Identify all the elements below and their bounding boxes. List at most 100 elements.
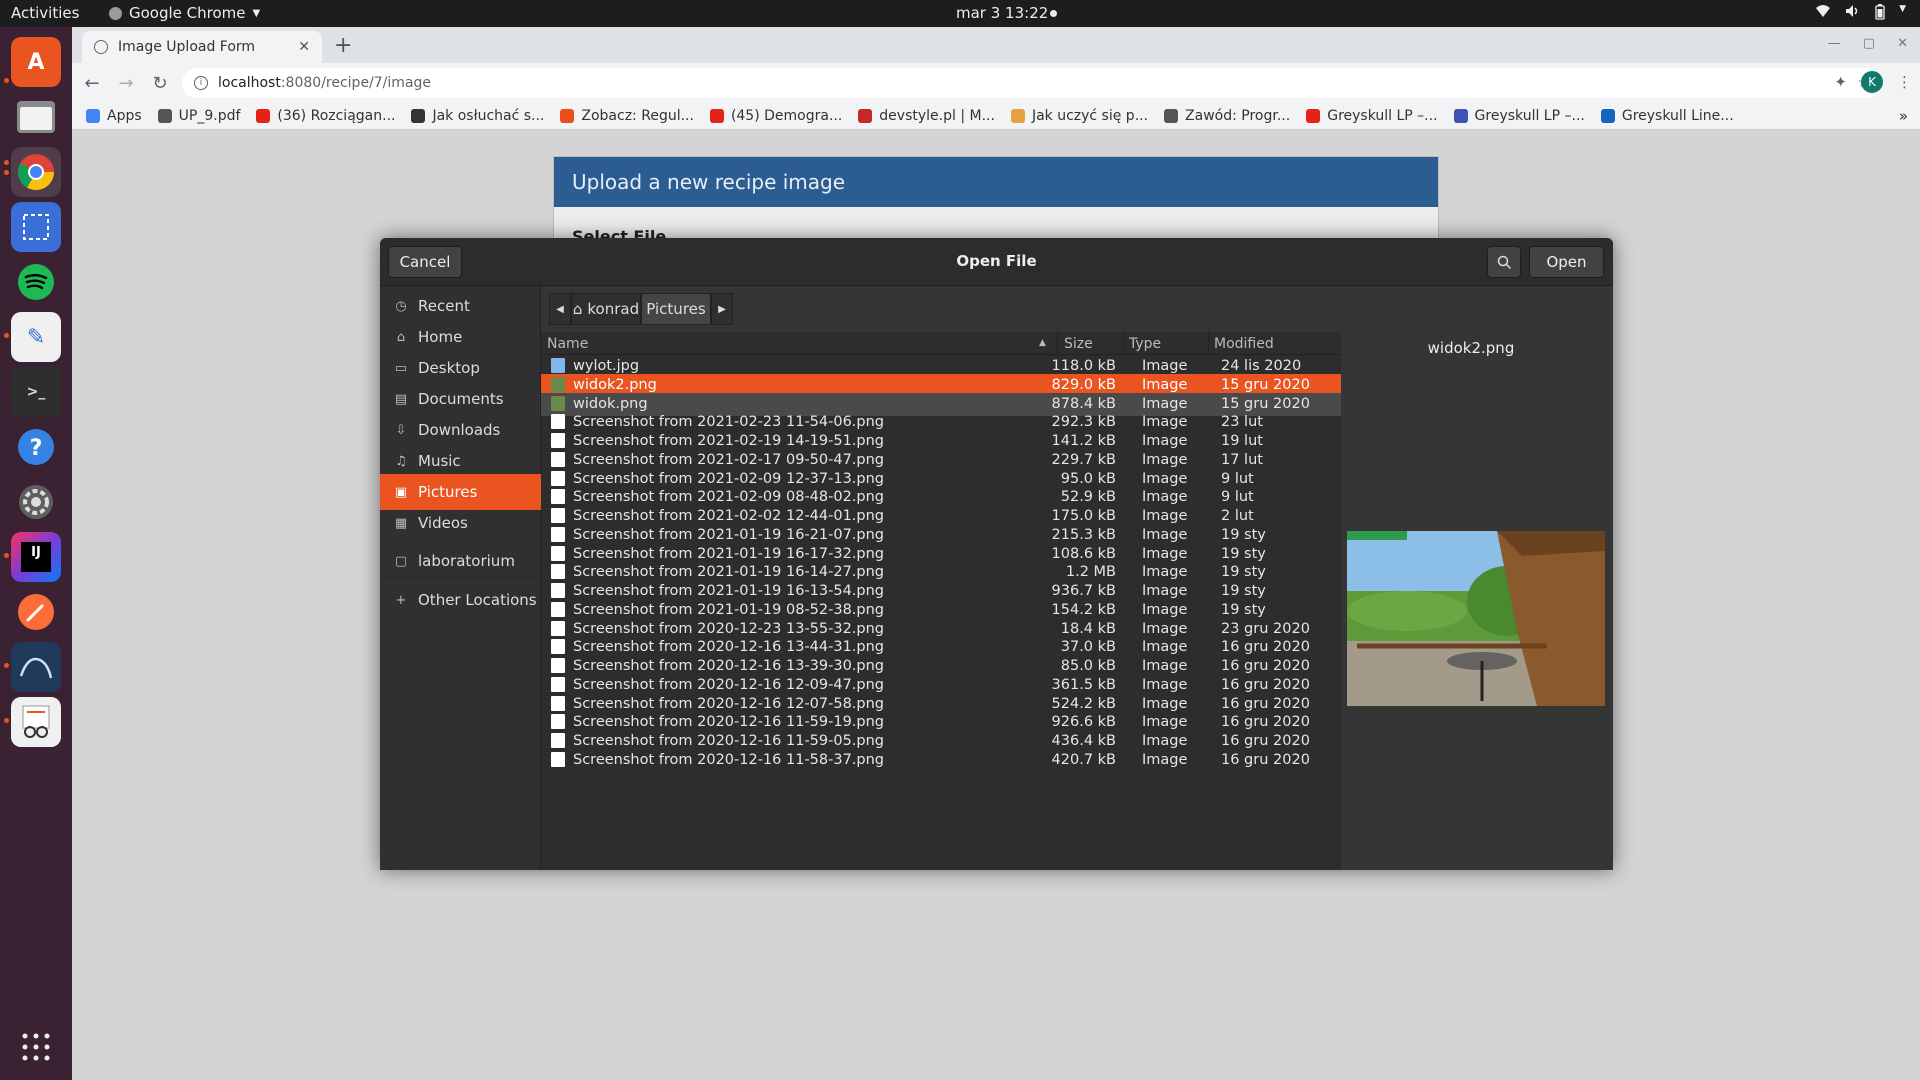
file-modified: 9 lut: [1221, 470, 1254, 487]
place-label: Pictures: [418, 483, 478, 501]
chrome-dock-icon[interactable]: [11, 147, 61, 197]
file-type: Image: [1142, 489, 1188, 506]
wifi-icon: [1815, 4, 1831, 24]
file-name: Screenshot from 2021-02-09 12-37-13.png: [573, 470, 885, 487]
document-viewer-icon[interactable]: [11, 697, 61, 747]
file-list[interactable]: Name ▲ Size Type Modified wylot.jpg 118.0…: [541, 332, 1341, 870]
file-size: 37.0 kB: [1060, 639, 1116, 656]
place-label: Downloads: [418, 421, 501, 439]
back-icon[interactable]: ←: [76, 73, 108, 94]
app-menu[interactable]: Google Chrome ▼: [109, 4, 260, 22]
file-modified: 2 lut: [1221, 508, 1254, 524]
minimize-icon[interactable]: —: [1828, 36, 1841, 51]
favicon-icon: [858, 109, 873, 123]
bookmark-item[interactable]: Jak uczyć się p...: [1010, 108, 1148, 124]
bookmark-label: devstyle.pl | M...: [879, 108, 995, 124]
files-icon[interactable]: [11, 92, 61, 142]
file-name: Screenshot from 2020-12-16 11-59-05.png: [573, 733, 885, 749]
running-indicator-icon: [4, 663, 9, 668]
bookmark-label: UP_9.pdf: [178, 108, 241, 124]
path-forward-button[interactable]: ▶: [711, 293, 733, 325]
file-size: 52.9 kB: [1060, 489, 1116, 506]
mysql-workbench-icon[interactable]: [11, 642, 61, 692]
file-name: Screenshot from 2020-12-16 11-59-19.png: [573, 714, 885, 731]
svg-text:?: ?: [30, 436, 43, 461]
browser-tab[interactable]: Image Upload Form ✕: [82, 31, 322, 63]
file-size: 18.4 kB: [1060, 620, 1116, 637]
file-name: Screenshot from 2020-12-16 12-09-47.png: [573, 676, 885, 693]
browser-window: Image Upload Form ✕ + — ▢ ✕ ← → ↻ i loca…: [72, 27, 1920, 130]
postman-icon[interactable]: [11, 587, 61, 637]
search-button[interactable]: [1487, 246, 1521, 278]
file-name: Screenshot from 2020-12-16 12-07-58.png: [573, 695, 885, 712]
maximize-icon[interactable]: ▢: [1863, 36, 1875, 51]
image-file-icon: [551, 358, 565, 373]
file-modified: 9 lut: [1221, 489, 1254, 506]
open-button[interactable]: Open: [1529, 246, 1604, 278]
help-icon[interactable]: ?: [11, 422, 61, 472]
bookmark-item[interactable]: devstyle.pl | M...: [858, 108, 995, 124]
system-tray[interactable]: ▼: [1815, 4, 1906, 24]
file-modified: 15 gru 2020: [1221, 395, 1310, 412]
column-name-header[interactable]: Name: [547, 336, 588, 352]
extensions-icon[interactable]: ✦: [1834, 73, 1847, 91]
form-title: Upload a new recipe image: [554, 157, 1438, 207]
info-icon: i: [194, 76, 208, 90]
forward-icon[interactable]: →: [110, 73, 142, 94]
file-type: Image: [1142, 545, 1188, 562]
close-window-icon[interactable]: ✕: [1897, 36, 1908, 51]
bookmark-item[interactable]: (36) Rozciągan...: [256, 108, 395, 124]
home-icon: ⌂: [572, 300, 583, 318]
address-bar[interactable]: i localhost :8080/recipe/7/image ☆: [182, 68, 1882, 98]
new-tab-icon[interactable]: +: [334, 33, 352, 58]
place-laboratorium[interactable]: ▢ laboratorium: [380, 543, 541, 579]
place-label: Home: [418, 328, 463, 346]
file-row[interactable]: Screenshot from 2020-12-16 11-58-37.png 4…: [541, 749, 1341, 772]
chrome-icon: [109, 6, 122, 20]
place-videos[interactable]: ▦ Videos: [380, 505, 541, 541]
profile-avatar[interactable]: K: [1861, 71, 1883, 93]
favicon-icon: [560, 109, 575, 123]
show-apps-icon[interactable]: [11, 1022, 61, 1072]
terminal-icon[interactable]: >_: [11, 367, 61, 417]
close-tab-icon[interactable]: ✕: [298, 39, 310, 55]
running-indicator-icon: [4, 553, 9, 558]
path-current-button[interactable]: Pictures: [641, 293, 711, 325]
bookmark-item[interactable]: Zobacz: Regul...: [560, 108, 694, 124]
column-size-header[interactable]: Size: [1064, 336, 1093, 352]
clock[interactable]: mar 3 13:22: [956, 4, 1048, 22]
screenshot-tool-icon[interactable]: [11, 202, 61, 252]
globe-icon: [94, 40, 108, 54]
bookmark-item[interactable]: Zawód: Progr...: [1164, 108, 1290, 124]
path-home-button[interactable]: ⌂ konrad: [571, 293, 641, 325]
bookmark-item[interactable]: Apps: [86, 108, 142, 124]
bookmark-item[interactable]: Greyskull LP –...: [1453, 108, 1585, 124]
text-editor-icon[interactable]: ✎: [11, 312, 61, 362]
bookmark-item[interactable]: UP_9.pdf: [157, 108, 241, 124]
column-modified-header[interactable]: Modified: [1214, 336, 1274, 352]
bookmark-item[interactable]: Jak osłuchać s...: [411, 108, 544, 124]
spotify-icon[interactable]: [11, 257, 61, 307]
file-size: 829.0 kB: [1051, 376, 1116, 393]
intellij-icon[interactable]: IJ: [11, 532, 61, 582]
reload-icon[interactable]: ↻: [144, 73, 176, 94]
place-other-locations[interactable]: + Other Locations: [380, 582, 541, 618]
kebab-menu-icon[interactable]: ⋮: [1897, 73, 1912, 91]
bookmarks-bar: Apps UP_9.pdf (36) Rozciągan... Jak osłucha…: [72, 103, 1920, 130]
path-back-button[interactable]: ◀: [549, 293, 571, 325]
bookmarks-overflow-icon[interactable]: »: [1899, 107, 1908, 125]
bookmark-label: (36) Rozciągan...: [277, 108, 396, 124]
bookmark-item[interactable]: Greyskull Line...: [1600, 108, 1734, 124]
music-icon: ♫: [395, 453, 407, 469]
bookmark-item[interactable]: (45) Demogra...: [709, 108, 842, 124]
column-type-header[interactable]: Type: [1129, 336, 1161, 352]
dialog-title: Open File: [956, 252, 1037, 270]
file-modified: 24 lis 2020: [1221, 358, 1302, 374]
ubuntu-software-icon[interactable]: A: [11, 37, 61, 87]
window-controls: — ▢ ✕: [1828, 36, 1908, 51]
settings-icon[interactable]: [11, 477, 61, 527]
activities-button[interactable]: Activities: [11, 4, 79, 22]
file-type: Image: [1142, 526, 1188, 543]
image-file-icon: [551, 620, 565, 636]
bookmark-item[interactable]: Greyskull LP –...: [1306, 108, 1438, 124]
